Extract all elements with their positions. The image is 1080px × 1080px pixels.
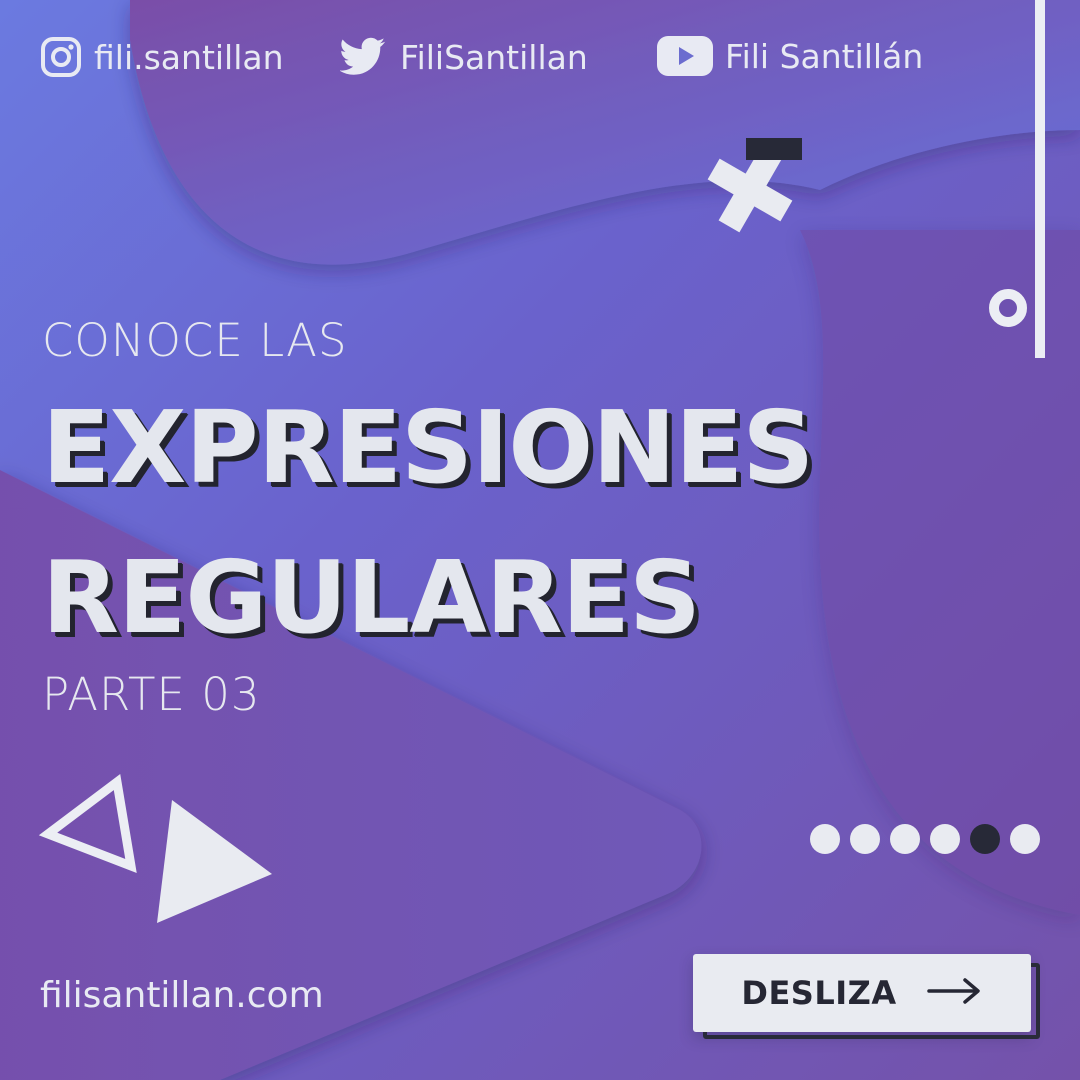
instagram-icon <box>40 36 82 78</box>
arrow-right-icon <box>926 976 983 1010</box>
social-links: fili.santillan FiliSantillan Fili Santil… <box>40 36 960 88</box>
instagram-handle: fili.santillan <box>94 37 284 77</box>
social-twitter[interactable]: FiliSantillan <box>340 36 588 78</box>
website-link[interactable]: filisantillan.com <box>40 975 324 1016</box>
part-number: PARTE 03 <box>42 668 261 721</box>
youtube-play-icon <box>657 36 713 76</box>
social-instagram[interactable]: fili.santillan <box>40 36 284 78</box>
vertical-accent-line <box>1035 0 1045 358</box>
headline-line-1: EXPRESIONES <box>42 389 814 506</box>
twitter-bird-icon <box>340 36 388 78</box>
carousel-dot[interactable] <box>970 824 1000 854</box>
carousel-dot[interactable] <box>890 824 920 854</box>
carousel-dot[interactable] <box>1010 824 1040 854</box>
swipe-button[interactable]: DESLIZA <box>693 954 1031 1032</box>
headline-line-2: REGULARES <box>42 539 701 656</box>
swipe-button-label: DESLIZA <box>741 974 897 1012</box>
twitter-handle: FiliSantillan <box>400 37 588 77</box>
carousel-dot[interactable] <box>930 824 960 854</box>
youtube-handle: Fili Santillán <box>725 36 924 76</box>
carousel-indicator <box>810 824 1040 854</box>
eyebrow-text: CONOCE LAS <box>42 314 348 367</box>
carousel-dot[interactable] <box>810 824 840 854</box>
carousel-dot[interactable] <box>850 824 880 854</box>
social-youtube[interactable]: Fili Santillán <box>657 36 923 76</box>
post-card: fili.santillan FiliSantillan Fili Santil… <box>0 0 1080 1080</box>
